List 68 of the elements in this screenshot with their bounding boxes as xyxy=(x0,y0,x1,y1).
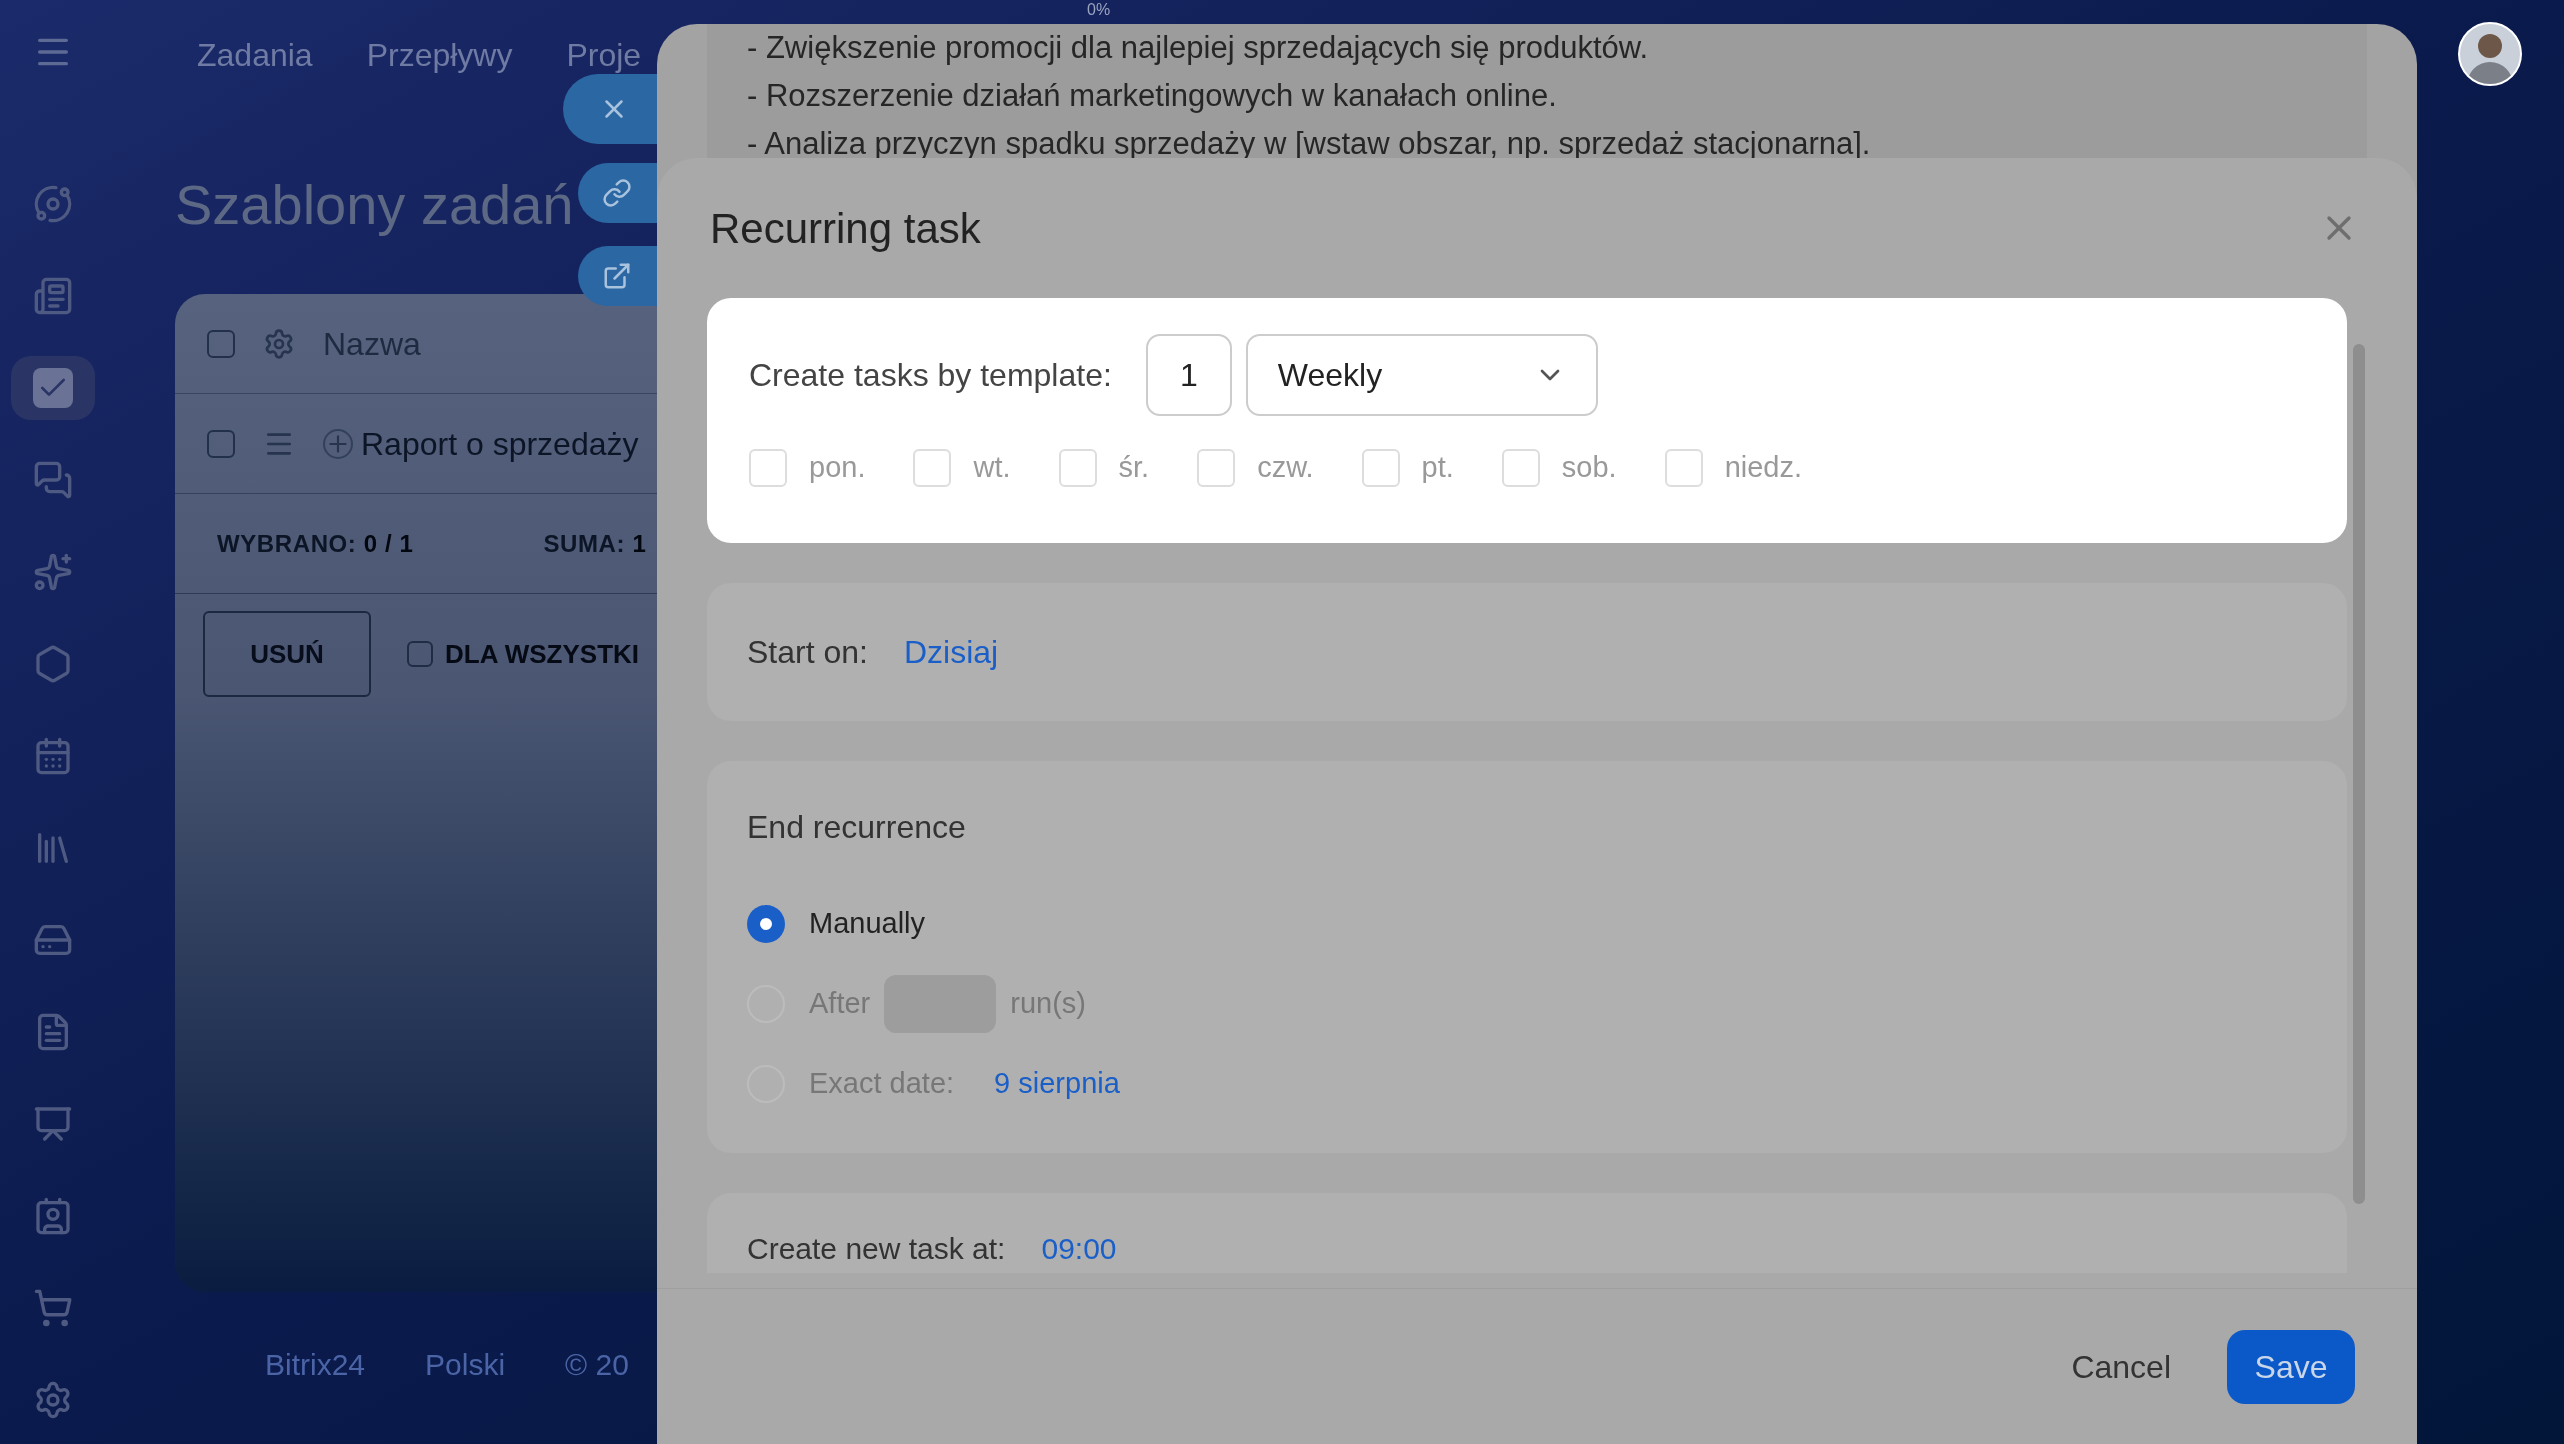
presentation-icon xyxy=(32,1104,73,1144)
day-checkbox[interactable] xyxy=(1197,448,1236,487)
day-label: wt. xyxy=(973,450,1011,485)
description-line: - Rozszerzenie działań marketingowych w kanałach online. xyxy=(747,77,1558,115)
day-checkbox[interactable] xyxy=(1664,448,1703,487)
day-label: sob. xyxy=(1561,450,1617,485)
start-date-link[interactable]: Dzisiaj xyxy=(903,628,999,676)
option-label: Exact date: xyxy=(809,1066,955,1102)
save-button[interactable]: Save xyxy=(2227,1329,2355,1404)
description-line: - Zwiększenie promocji dla najlepiej sprzedających się produktów. xyxy=(747,29,1650,67)
option-label: After xyxy=(809,986,871,1022)
time-link[interactable]: 09:00 xyxy=(1041,1226,1117,1271)
day-label: śr. xyxy=(1118,450,1150,485)
day-label: pt. xyxy=(1421,450,1454,485)
nav-tab[interactable]: Proje xyxy=(566,39,642,71)
cancel-button[interactable]: Cancel xyxy=(2071,1342,2171,1391)
day-checkbox[interactable] xyxy=(1361,448,1400,487)
checkbox[interactable] xyxy=(207,429,235,458)
settings-icon[interactable] xyxy=(263,327,295,360)
user-avatar[interactable] xyxy=(2458,22,2522,86)
delete-button[interactable]: USUŃ xyxy=(203,611,371,697)
checkbox-icon xyxy=(32,368,73,408)
close-button[interactable] xyxy=(563,74,657,144)
summary-text: SUMA: 1 xyxy=(543,528,647,559)
newspaper-icon xyxy=(32,276,73,316)
time-label: Create new task at: xyxy=(747,1231,1006,1267)
checkbox-label: DLA WSZYSTKI xyxy=(445,637,640,671)
day-label: pon. xyxy=(809,450,866,485)
column-header[interactable]: Nazwa xyxy=(323,319,421,368)
add-icon[interactable] xyxy=(323,428,353,459)
external-link-icon xyxy=(602,261,632,291)
copyright-text: © 20 xyxy=(565,1347,629,1383)
copy-link-button[interactable] xyxy=(578,163,657,223)
chat-icon xyxy=(32,460,73,500)
checkbox[interactable] xyxy=(207,329,235,358)
template-label: Create tasks by template: xyxy=(749,356,1112,395)
day-checkbox[interactable] xyxy=(1501,448,1540,487)
day-checkbox[interactable] xyxy=(913,448,952,487)
footer-brand: Bitrix24 xyxy=(265,1347,366,1383)
start-label: Start on: xyxy=(747,633,868,672)
cart-icon xyxy=(32,1288,73,1328)
period-dropdown[interactable]: Weekly xyxy=(1245,334,1598,416)
radio-button[interactable] xyxy=(747,905,785,943)
page-title: Szablony zadań xyxy=(175,172,574,238)
progress-label: 0% xyxy=(1087,2,1111,18)
day-label: niedz. xyxy=(1724,450,1802,485)
dialog-title: Recurring task xyxy=(710,203,981,254)
description-line: - Analiza przyczyn spadku sprzedaży w [wstaw obszar, np. sprzedaż stacjonarna]. xyxy=(747,125,1872,163)
checkbox[interactable] xyxy=(407,641,433,667)
end-date-link[interactable]: 9 sierpnia xyxy=(994,1062,1120,1106)
scrollbar[interactable] xyxy=(2353,344,2365,1204)
nav-tab[interactable]: Zadania xyxy=(197,39,313,71)
option-label: Manually xyxy=(809,906,926,942)
day-label: czw. xyxy=(1257,450,1314,485)
section-heading: End recurrence xyxy=(747,808,967,847)
row-name[interactable]: Raport o sprzedaży xyxy=(361,419,639,468)
count-field[interactable]: 1 xyxy=(1145,334,1232,416)
nav-tab[interactable]: Przepływy xyxy=(366,39,513,71)
day-checkbox[interactable] xyxy=(749,448,787,487)
orbit-icon xyxy=(32,184,73,224)
day-checkbox[interactable] xyxy=(1058,448,1097,487)
language-selector[interactable]: Polski xyxy=(425,1342,506,1387)
runs-label: run(s) xyxy=(1010,986,1086,1022)
sparkle-icon xyxy=(32,552,73,592)
open-new-window-button[interactable] xyxy=(578,246,657,306)
link-icon xyxy=(602,178,632,208)
sidebar-item[interactable] xyxy=(10,356,95,420)
summary-text: WYBRANO: 0 / 1 xyxy=(217,528,414,559)
